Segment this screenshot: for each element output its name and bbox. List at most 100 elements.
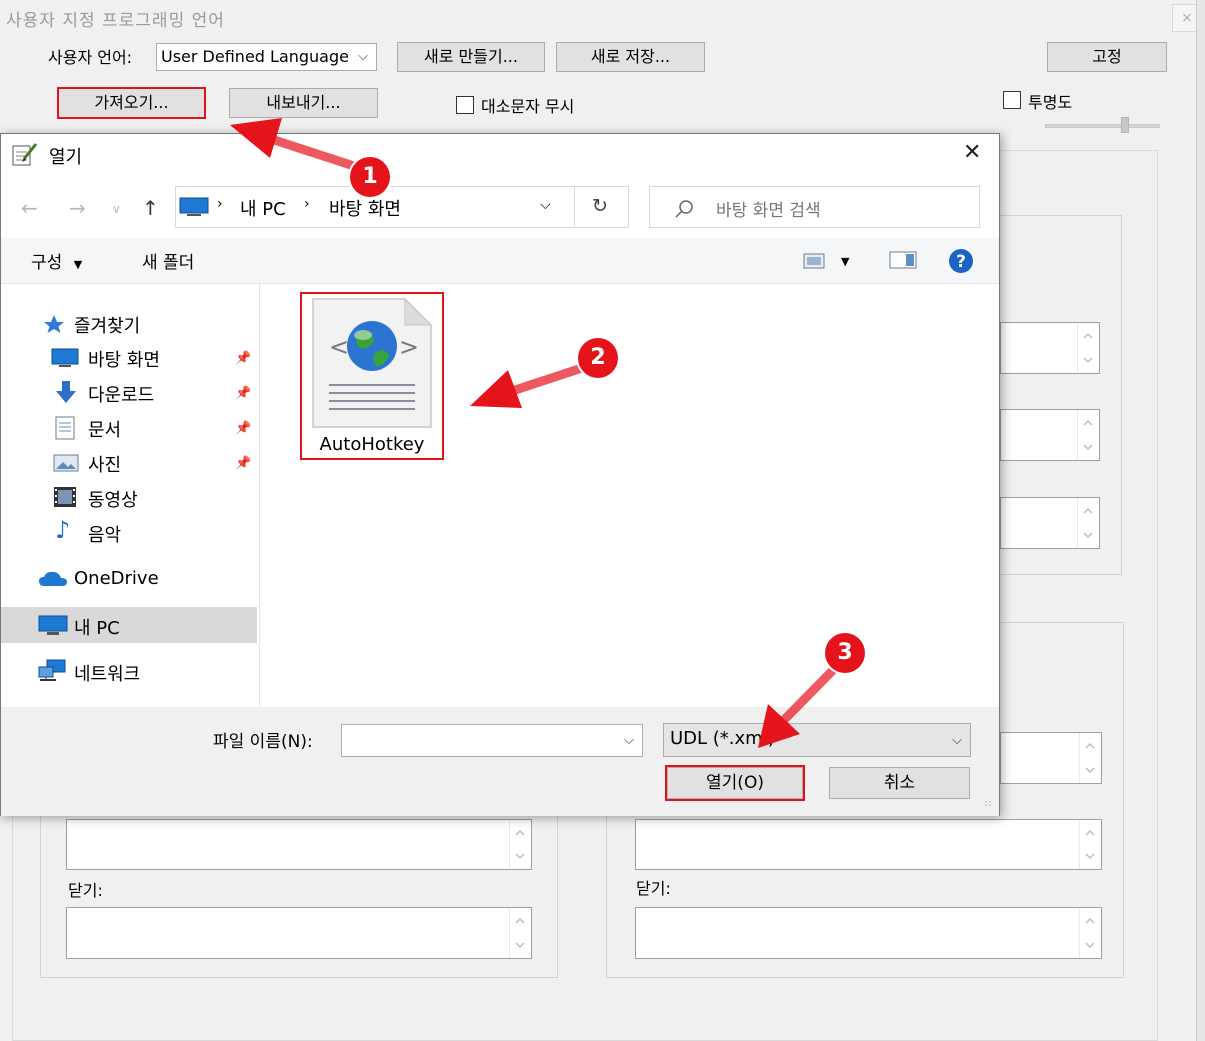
user-language-label: 사용자 언어:: [48, 48, 133, 67]
scrollbar[interactable]: [1079, 733, 1101, 783]
new-folder-button[interactable]: 새 폴더: [142, 248, 194, 273]
tree-item-documents[interactable]: 문서: [88, 416, 121, 442]
open-highlight-box: [665, 765, 805, 801]
pin-icon[interactable]: 📌: [235, 386, 251, 401]
scrollbar[interactable]: [1079, 908, 1101, 958]
keyword-textarea[interactable]: [1000, 322, 1100, 374]
ignore-case-label: 대소문자 무시: [481, 97, 575, 116]
user-language-select[interactable]: User Defined Language ⌵: [156, 43, 377, 71]
caret-down-icon: ▼: [73, 258, 83, 271]
cancel-button[interactable]: 취소: [829, 767, 970, 799]
tree-separator: [259, 284, 260, 707]
breadcrumb-separator-icon: ›: [217, 196, 223, 212]
breadcrumb-desktop[interactable]: 바탕 화면: [329, 195, 401, 221]
scrollbar[interactable]: [1077, 323, 1099, 373]
window-right-border: [1196, 0, 1205, 1041]
organize-label: 구성: [31, 253, 63, 273]
tree-item-this-pc[interactable]: 내 PC: [74, 614, 120, 640]
onedrive-cloud-icon: [39, 571, 67, 586]
star-icon: [44, 315, 64, 333]
music-icon: ♪: [55, 516, 71, 544]
search-placeholder: 바탕 화면 검색: [716, 201, 821, 221]
close-textarea-left[interactable]: [66, 907, 532, 959]
tree-item-pictures[interactable]: 사진: [88, 451, 121, 477]
transparency-checkbox[interactable]: [1003, 91, 1021, 109]
dialog-close-button[interactable]: ✕: [963, 140, 981, 165]
address-bar[interactable]: › 내 PC › 바탕 화면 ⌵ ↻: [175, 186, 629, 228]
tree-item-videos[interactable]: 동영상: [88, 486, 138, 512]
refresh-icon[interactable]: ↻: [592, 195, 608, 217]
svg-text:?: ?: [956, 252, 966, 272]
open-textarea-right[interactable]: [1000, 732, 1102, 784]
save-as-language-button[interactable]: 새로 저장...: [556, 42, 705, 72]
organize-menu[interactable]: 구성 ▼: [31, 248, 82, 273]
file-type-select[interactable]: UDL (*.xml) ⌵: [663, 723, 971, 757]
close-label-right: 닫기:: [636, 879, 671, 898]
transparency-slider-track[interactable]: [1045, 124, 1160, 128]
help-icon[interactable]: ?: [948, 248, 974, 274]
transparency-label: 투명도: [1028, 93, 1073, 112]
picture-icon: [53, 454, 79, 472]
network-icon: [38, 659, 66, 681]
tree-item-onedrive[interactable]: OneDrive: [74, 568, 159, 589]
preview-pane-icon[interactable]: [889, 251, 917, 269]
import-highlight-box: [57, 87, 206, 119]
breadcrumb-separator-icon: ›: [304, 196, 310, 212]
window-title: 사용자 지정 프로그래밍 언어: [6, 11, 225, 31]
search-box[interactable]: 바탕 화면 검색: [649, 186, 980, 228]
pin-icon[interactable]: 📌: [235, 351, 251, 366]
tree-item-music[interactable]: 음악: [88, 521, 121, 547]
step-badge-1: 1: [350, 157, 390, 197]
address-divider: [574, 187, 575, 227]
search-icon: [675, 200, 693, 218]
pin-icon[interactable]: 📌: [235, 421, 251, 436]
chevron-down-icon: ⌵: [358, 49, 368, 64]
this-pc-icon: [179, 197, 209, 216]
new-language-button[interactable]: 새로 만들기...: [397, 42, 545, 72]
scrollbar[interactable]: [1077, 498, 1099, 548]
scrollbar[interactable]: [1077, 410, 1099, 460]
this-pc-icon: [38, 615, 68, 635]
close-textarea-right[interactable]: [635, 907, 1102, 959]
pin-button[interactable]: 고정: [1047, 42, 1167, 72]
scrollbar[interactable]: [509, 908, 531, 958]
dialog-title: 열기: [49, 147, 83, 168]
back-arrow-icon[interactable]: ←: [21, 196, 38, 220]
filename-label: 파일 이름(N):: [213, 732, 313, 752]
file-highlight-box: [300, 292, 444, 460]
transparency-slider-thumb[interactable]: [1121, 117, 1129, 133]
close-label-left: 닫기:: [68, 881, 103, 900]
tree-item-network[interactable]: 네트워크: [74, 660, 140, 686]
forward-arrow-icon[interactable]: →: [69, 196, 86, 220]
view-options-icon[interactable]: [803, 253, 825, 269]
export-button[interactable]: 내보내기...: [229, 88, 378, 118]
open-file-dialog: 열기 ✕ ← → ∨ ↑ › 내 PC › 바탕 화면 ⌵ ↻ 바탕 화면 검색…: [0, 133, 1000, 816]
step-badge-3: 3: [825, 633, 865, 673]
breadcrumb-this-pc[interactable]: 내 PC: [240, 195, 286, 221]
address-history-chevron-icon[interactable]: ⌵: [540, 197, 551, 213]
chevron-down-icon[interactable]: ⌵: [624, 728, 634, 754]
tree-item-desktop[interactable]: 바탕 화면: [88, 346, 160, 372]
middle-textarea-left[interactable]: [66, 819, 532, 870]
tree-item-downloads[interactable]: 다운로드: [88, 381, 154, 407]
resize-grip-icon[interactable]: ∷: [985, 799, 991, 810]
view-options-caret-icon[interactable]: ▼: [841, 255, 849, 268]
keyword-textarea[interactable]: [1000, 497, 1100, 549]
recent-locations-chevron-icon[interactable]: ∨: [112, 202, 121, 216]
scrollbar[interactable]: [509, 820, 531, 869]
desktop-icon: [51, 348, 79, 367]
user-language-value: User Defined Language: [161, 47, 349, 66]
middle-textarea-right[interactable]: [635, 819, 1102, 870]
download-icon: [56, 381, 76, 403]
tree-item-favorites[interactable]: 즐겨찾기: [74, 312, 140, 338]
pin-icon[interactable]: 📌: [235, 456, 251, 471]
document-icon: [55, 416, 75, 440]
ignore-case-checkbox[interactable]: [456, 96, 474, 114]
step-badge-2: 2: [578, 338, 618, 378]
keyword-textarea[interactable]: [1000, 409, 1100, 461]
dialog-footer: 파일 이름(N): ⌵ UDL (*.xml) ⌵ 열기(O) 취소 ∷: [1, 707, 999, 816]
scrollbar[interactable]: [1079, 820, 1101, 869]
filename-input[interactable]: ⌵: [341, 724, 643, 757]
file-type-value: UDL (*.xml): [670, 728, 775, 749]
up-arrow-icon[interactable]: ↑: [142, 196, 159, 220]
